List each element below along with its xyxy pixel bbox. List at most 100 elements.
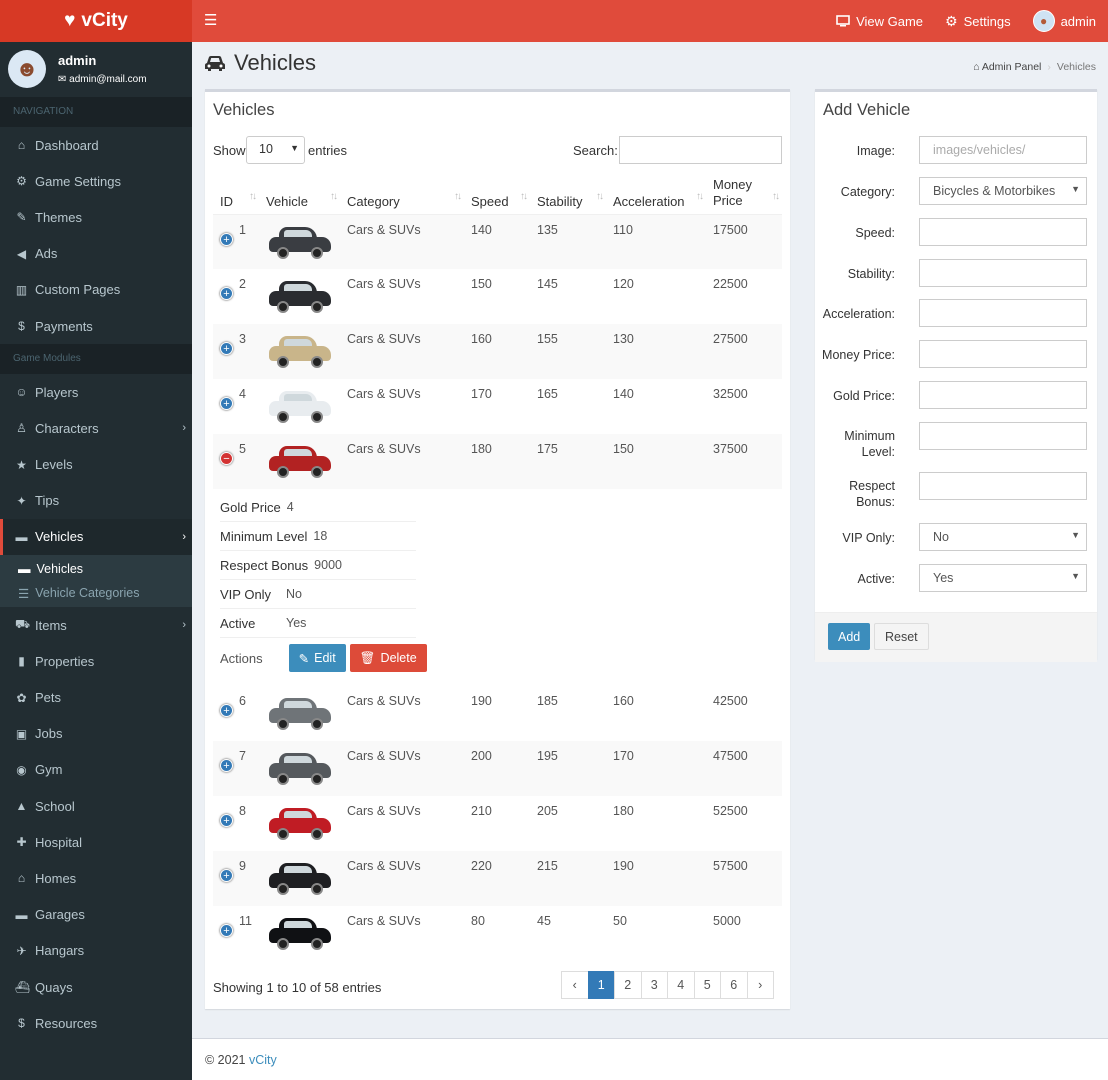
submenu-item-vehicles[interactable]: ▬ Vehicles bbox=[0, 557, 192, 581]
search-input[interactable] bbox=[619, 136, 782, 164]
sidebar-item-resources[interactable]: $ Resources bbox=[0, 1005, 192, 1041]
table-row[interactable]: +1 Cars & SUVs 140 135 110 17500 bbox=[213, 214, 782, 269]
page-1-button[interactable]: 1 bbox=[587, 971, 615, 999]
column-header-stability[interactable]: Stability ↑↓ bbox=[530, 172, 606, 215]
column-header-vehicle[interactable]: Vehicle ↑↓ bbox=[259, 172, 340, 215]
sidebar-item-homes[interactable]: ⌂ Homes bbox=[0, 860, 192, 896]
sidebar-item-properties[interactable]: ▮ Properties bbox=[0, 643, 192, 679]
cell-vehicle bbox=[259, 741, 340, 796]
user-menu[interactable]: ● admin bbox=[1032, 10, 1096, 32]
actions-label: Actions bbox=[220, 650, 263, 666]
category-select[interactable]: Bicycles & Motorbikes ▼ bbox=[919, 177, 1087, 205]
sidebar-item-quays[interactable]: ⛴ Quays bbox=[0, 969, 192, 1005]
expand-row-icon[interactable]: + bbox=[220, 759, 233, 772]
table-row[interactable]: +2 Cars & SUVs 150 145 120 22500 bbox=[213, 269, 782, 324]
table-row[interactable]: +6 Cars & SUVs 190 185 160 42500 bbox=[213, 686, 782, 741]
sidebar-item-characters[interactable]: ♙ Characters › bbox=[0, 410, 192, 446]
page-5-button[interactable]: 5 bbox=[693, 971, 721, 999]
cell-acceleration-value: 130 bbox=[613, 332, 634, 346]
sidebar-item-jobs[interactable]: ▣ Jobs bbox=[0, 716, 192, 752]
table-row[interactable]: +8 Cars & SUVs 210 205 180 52500 bbox=[213, 796, 782, 851]
previous-page-icon[interactable]: ‹ bbox=[561, 971, 589, 999]
sidebar-item-levels[interactable]: ★ Levels bbox=[0, 447, 192, 483]
table-row[interactable]: +4 Cars & SUVs 170 165 140 32500 bbox=[213, 379, 782, 434]
submenu-item-label: Vehicle Categories bbox=[35, 586, 140, 601]
next-page-icon[interactable]: › bbox=[746, 971, 774, 999]
breadcrumb-home[interactable]: ⌂ Admin Panel bbox=[973, 61, 1041, 73]
min-level-input[interactable] bbox=[919, 422, 1087, 450]
expand-row-icon[interactable]: + bbox=[220, 342, 233, 355]
column-header-category[interactable]: Category ↑↓ bbox=[340, 172, 464, 215]
cell-stability: 165 bbox=[530, 379, 606, 434]
sidebar-item-custom-pages[interactable]: ▥ Custom Pages bbox=[0, 272, 192, 308]
acceleration-input[interactable] bbox=[919, 299, 1087, 327]
table-row[interactable]: +3 Cars & SUVs 160 155 130 27500 bbox=[213, 324, 782, 379]
expand-row-icon[interactable]: + bbox=[220, 397, 233, 410]
entries-select[interactable]: 10 ▼ bbox=[246, 136, 305, 164]
speed-input[interactable] bbox=[919, 218, 1087, 246]
top-header: ♥ vCity ☰ View Game ⚙ Settings ● admin bbox=[0, 0, 1108, 42]
sidebar-item-label: Jobs bbox=[35, 726, 63, 742]
page-3-button[interactable]: 3 bbox=[640, 971, 668, 999]
brand-logo[interactable]: ♥ vCity bbox=[0, 0, 192, 42]
expand-row-icon[interactable]: + bbox=[220, 924, 233, 937]
expand-row-icon[interactable]: + bbox=[220, 232, 233, 246]
sidebar-item-hangars[interactable]: ✈ Hangars bbox=[0, 933, 192, 969]
user-name: admin bbox=[58, 53, 97, 68]
expand-row-icon[interactable]: + bbox=[220, 869, 233, 882]
sidebar-item-payments[interactable]: $ Payments bbox=[0, 308, 192, 344]
sidebar-item-gym[interactable]: ◉ Gym bbox=[0, 752, 192, 788]
active-select[interactable]: Yes ▼ bbox=[919, 564, 1087, 592]
sidebar-item-players[interactable]: ☺ Players bbox=[0, 374, 192, 410]
table-row[interactable]: +7 Cars & SUVs 200 195 170 47500 bbox=[213, 741, 782, 796]
sidebar-item-game-settings[interactable]: ⚙ Game Settings bbox=[0, 163, 192, 199]
stability-input[interactable] bbox=[919, 259, 1087, 287]
expand-row-icon[interactable]: + bbox=[220, 704, 233, 717]
cell-speed: 160 bbox=[464, 324, 530, 379]
submenu-item-vehicle-categories[interactable]: ☰ Vehicle Categories bbox=[0, 581, 192, 605]
sidebar-item-ads[interactable]: ◀ Ads bbox=[0, 236, 192, 272]
view-game-link[interactable]: View Game bbox=[836, 14, 923, 29]
column-header-label: Stability bbox=[537, 193, 583, 209]
sidebar-item-tips[interactable]: ✦ Tips bbox=[0, 483, 192, 519]
gold-price-input[interactable] bbox=[919, 381, 1087, 409]
column-header-acceleration[interactable]: Acceleration ↑↓ bbox=[606, 172, 706, 215]
collapse-row-icon[interactable]: − bbox=[220, 452, 233, 465]
page-6-button[interactable]: 6 bbox=[720, 971, 748, 999]
column-header-speed[interactable]: Speed ↑↓ bbox=[464, 172, 530, 215]
cell-vehicle bbox=[259, 851, 340, 906]
cell-acceleration: 180 bbox=[606, 796, 706, 851]
detail-value: Yes bbox=[286, 616, 307, 630]
money-price-input[interactable] bbox=[919, 340, 1087, 368]
vip-only-select[interactable]: No ▼ bbox=[919, 523, 1087, 551]
expand-row-icon[interactable]: + bbox=[220, 287, 233, 300]
sidebar-item-garages[interactable]: ▬ Garages bbox=[0, 897, 192, 933]
cell-speed-value: 80 bbox=[471, 914, 485, 928]
sidebar-item-items[interactable]: ⛟ Items › bbox=[0, 607, 192, 643]
image-input[interactable]: images/vehicles/ bbox=[919, 136, 1087, 164]
sidebar-item-vehicles[interactable]: ▬ Vehicles › bbox=[0, 518, 192, 556]
column-header-id[interactable]: ID ↑↓ bbox=[213, 172, 259, 215]
column-header-money-price[interactable]: Money Price ↑↓ bbox=[706, 172, 782, 215]
delete-button[interactable]: 🗑 Delete bbox=[349, 644, 427, 672]
sidebar-item-themes[interactable]: ✎ Themes bbox=[0, 199, 192, 235]
acceleration-label: Acceleration: bbox=[822, 307, 895, 321]
expand-row-icon[interactable]: + bbox=[220, 814, 233, 827]
sidebar-item-dashboard[interactable]: ⌂ Dashboard bbox=[0, 127, 192, 163]
sidebar-item-school[interactable]: ▲ School bbox=[0, 788, 192, 824]
table-row[interactable]: +9 Cars & SUVs 220 215 190 57500 bbox=[213, 851, 782, 906]
respect-bonus-input[interactable] bbox=[919, 472, 1087, 500]
edit-button[interactable]: ✎ Edit bbox=[288, 644, 346, 672]
brush-icon: ✎ bbox=[16, 210, 27, 225]
reset-button[interactable]: Reset bbox=[874, 623, 929, 650]
sidebar-toggle-icon[interactable]: ☰ bbox=[204, 11, 217, 29]
sidebar-item-pets[interactable]: ✿ Pets bbox=[0, 679, 192, 715]
page-2-button[interactable]: 2 bbox=[614, 971, 642, 999]
add-button[interactable]: Add bbox=[828, 623, 871, 650]
sidebar-item-hospital[interactable]: ✚ Hospital bbox=[0, 824, 192, 860]
page-4-button[interactable]: 4 bbox=[667, 971, 695, 999]
footer-brand-link[interactable]: vCity bbox=[249, 1053, 277, 1067]
settings-link[interactable]: ⚙ Settings bbox=[945, 13, 1011, 30]
table-row[interactable]: −5 Cars & SUVs 180 175 150 37500 bbox=[213, 434, 782, 489]
table-row[interactable]: +11 Cars & SUVs 80 45 50 5000 bbox=[213, 906, 782, 961]
